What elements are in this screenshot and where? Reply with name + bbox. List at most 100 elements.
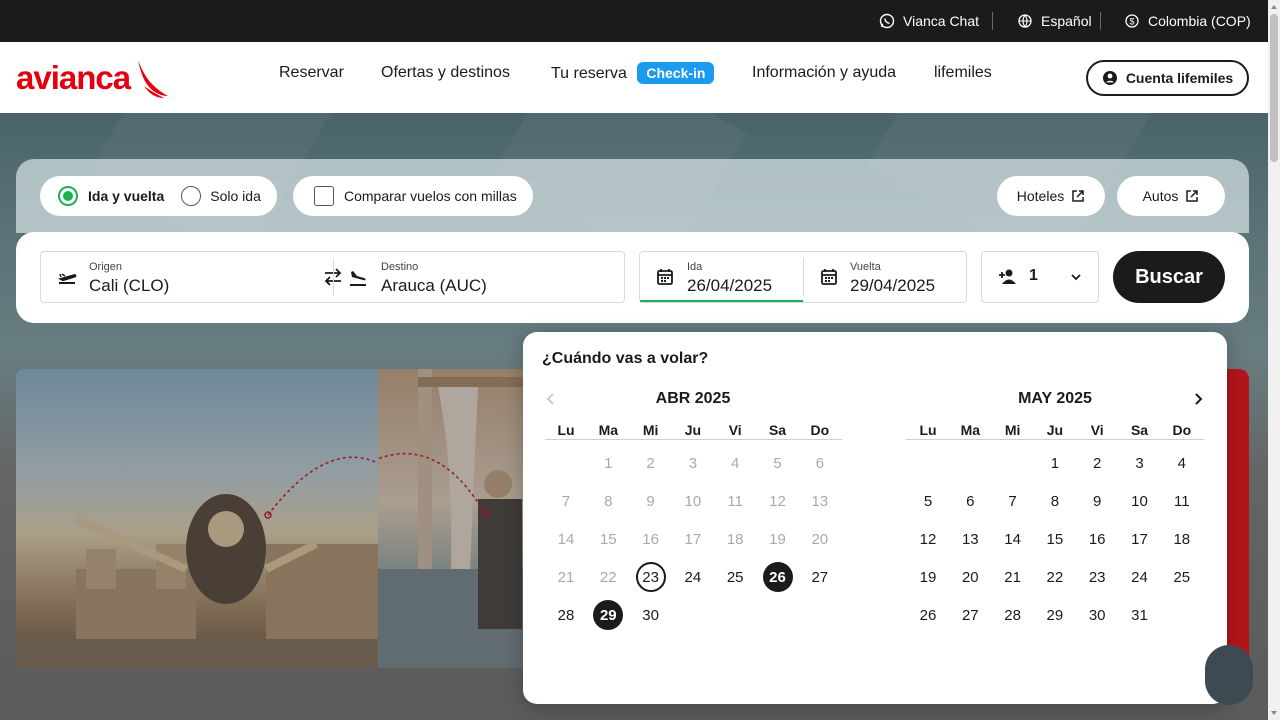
calendar-icon (821, 269, 837, 285)
card-overlay (16, 369, 378, 668)
calendar-day[interactable]: 15 (1040, 524, 1070, 554)
nav-ofertas-destinos[interactable]: Ofertas y destinos (381, 64, 510, 82)
weekday-label: Sa (768, 422, 787, 438)
calendar-day: 20 (811, 530, 829, 548)
hotels-button[interactable]: Hoteles (997, 176, 1105, 216)
calendar-day[interactable]: 27 (805, 562, 835, 592)
calendar-day: 7 (561, 492, 571, 510)
round-trip-label[interactable]: Ida y vuelta (88, 188, 164, 204)
calendar-day[interactable]: 30 (1082, 600, 1112, 630)
calendar-day[interactable]: 2 (1082, 448, 1112, 478)
compare-miles-option[interactable]: Comparar vuelos con millas (293, 176, 533, 216)
destination-input[interactable]: Destino Arauca (AUC) (341, 252, 626, 302)
nav-reservar[interactable]: Reservar (279, 64, 344, 82)
calendar-day[interactable]: 23 (1082, 562, 1112, 592)
calendar-day[interactable]: 23 (635, 562, 666, 592)
cars-button[interactable]: Autos (1117, 176, 1225, 216)
calendar-day[interactable]: 22 (1040, 562, 1070, 592)
scroll-thumb[interactable] (1270, 14, 1278, 162)
checkin-badge[interactable]: Check-in (637, 62, 715, 84)
weekday-label: Ma (960, 422, 981, 438)
calendar-day-selected[interactable]: 29 (593, 600, 624, 630)
depart-date-input[interactable]: Ida 26/04/2025 (640, 252, 803, 302)
vianca-chat-link[interactable]: Vianca Chat (879, 0, 979, 42)
prev-month-icon[interactable] (542, 390, 560, 408)
depart-value: 26/04/2025 (687, 276, 773, 295)
scroll-up-icon[interactable] (1270, 3, 1278, 11)
origin-value: Cali (CLO) (89, 276, 170, 295)
calendar-day[interactable]: 1 (1040, 448, 1070, 478)
calendar-day: 8 (604, 492, 613, 510)
country-selector[interactable]: $ Colombia (COP) (1124, 0, 1251, 42)
calendar-day[interactable]: 28 (998, 600, 1028, 630)
calendar-day[interactable]: 25 (1167, 562, 1197, 592)
calendar-day[interactable]: 16 (1082, 524, 1112, 554)
chevron-down-icon (1071, 274, 1081, 281)
calendar-day: 21 (557, 568, 575, 586)
calendar-day[interactable]: 11 (1167, 486, 1197, 516)
calendar-day[interactable]: 4 (1167, 448, 1197, 478)
account-lifemiles-button[interactable]: Cuenta lifemiles (1086, 60, 1249, 96)
calendar-day: 12 (769, 492, 786, 510)
calendar-day[interactable]: 29 (1040, 600, 1070, 630)
calendar-day[interactable]: 3 (1125, 448, 1155, 478)
calendar-day[interactable]: 21 (998, 562, 1028, 592)
calendar-day[interactable]: 14 (998, 524, 1028, 554)
chat-bubble-button[interactable] (1205, 645, 1253, 705)
calendar-day[interactable]: 9 (1082, 486, 1112, 516)
calendar-day[interactable]: 24 (1125, 562, 1155, 592)
language-selector[interactable]: Español (1017, 0, 1092, 42)
calendar-day[interactable]: 6 (955, 486, 985, 516)
logo-text: avianca (16, 59, 131, 96)
promo-card-image[interactable] (16, 369, 378, 668)
radio-one-way[interactable] (181, 186, 202, 206)
radio-round-trip[interactable] (58, 186, 78, 206)
calendar-day[interactable]: 26 (913, 600, 943, 630)
currency-icon: $ (1125, 14, 1139, 28)
return-date-input[interactable]: Vuelta 29/04/2025 (804, 252, 968, 302)
calendar-day[interactable]: 18 (1167, 524, 1197, 554)
date-picker-title: ¿Cuándo vas a volar? (542, 350, 709, 367)
calendar-day[interactable]: 7 (998, 486, 1028, 516)
external-link-icon (1186, 190, 1199, 202)
calendar-day[interactable]: 8 (1040, 486, 1070, 516)
calendar-day: 22 (599, 568, 617, 586)
next-month-icon[interactable] (1189, 390, 1207, 408)
calendar-day: 16 (642, 530, 659, 548)
one-way-label[interactable]: Solo ida (210, 188, 261, 204)
calendar-day[interactable]: 24 (678, 562, 708, 592)
calendar-day[interactable]: 27 (955, 600, 985, 630)
search-button[interactable]: Buscar (1113, 251, 1225, 303)
calendar-day[interactable]: 30 (636, 600, 666, 630)
month-title-may: MAY 2025 (1018, 390, 1092, 407)
calendar-day[interactable]: 13 (955, 524, 985, 554)
depart-label: Ida (687, 261, 703, 273)
page-scrollbar[interactable] (1268, 0, 1280, 720)
avianca-logo[interactable]: avianca (16, 56, 170, 100)
add-person-icon (999, 269, 1016, 284)
nav-lifemiles[interactable]: lifemiles (934, 64, 992, 82)
passenger-count: 1 (1029, 267, 1038, 284)
account-label: Cuenta lifemiles (1125, 70, 1234, 86)
calendar-day[interactable]: 10 (1125, 486, 1155, 516)
passengers-selector[interactable]: 1 (981, 251, 1099, 303)
calendar-day[interactable]: 5 (913, 486, 943, 516)
weekday-label: Ju (684, 422, 702, 438)
return-value: 29/04/2025 (850, 276, 936, 295)
calendar-day[interactable]: 31 (1125, 600, 1155, 630)
scroll-down-icon[interactable] (1270, 709, 1278, 717)
calendar-day[interactable]: 20 (955, 562, 985, 592)
whatsapp-icon (879, 13, 895, 29)
nav-tu-reserva[interactable]: Tu reserva Check-in (551, 62, 715, 84)
nav-informacion-ayuda[interactable]: Información y ayuda (752, 64, 896, 82)
calendar-day[interactable]: 28 (551, 600, 581, 630)
compare-miles-checkbox[interactable] (314, 186, 334, 206)
calendar-day-selected[interactable]: 26 (762, 562, 793, 592)
calendar-day[interactable]: 12 (913, 524, 943, 554)
promo-card-image[interactable] (378, 369, 528, 668)
divider (1100, 12, 1101, 30)
calendar-day[interactable]: 25 (720, 562, 750, 592)
calendar-day[interactable]: 17 (1125, 524, 1155, 554)
calendar-day[interactable]: 19 (913, 562, 943, 592)
origin-input[interactable]: Origen Cali (CLO) (41, 252, 333, 302)
